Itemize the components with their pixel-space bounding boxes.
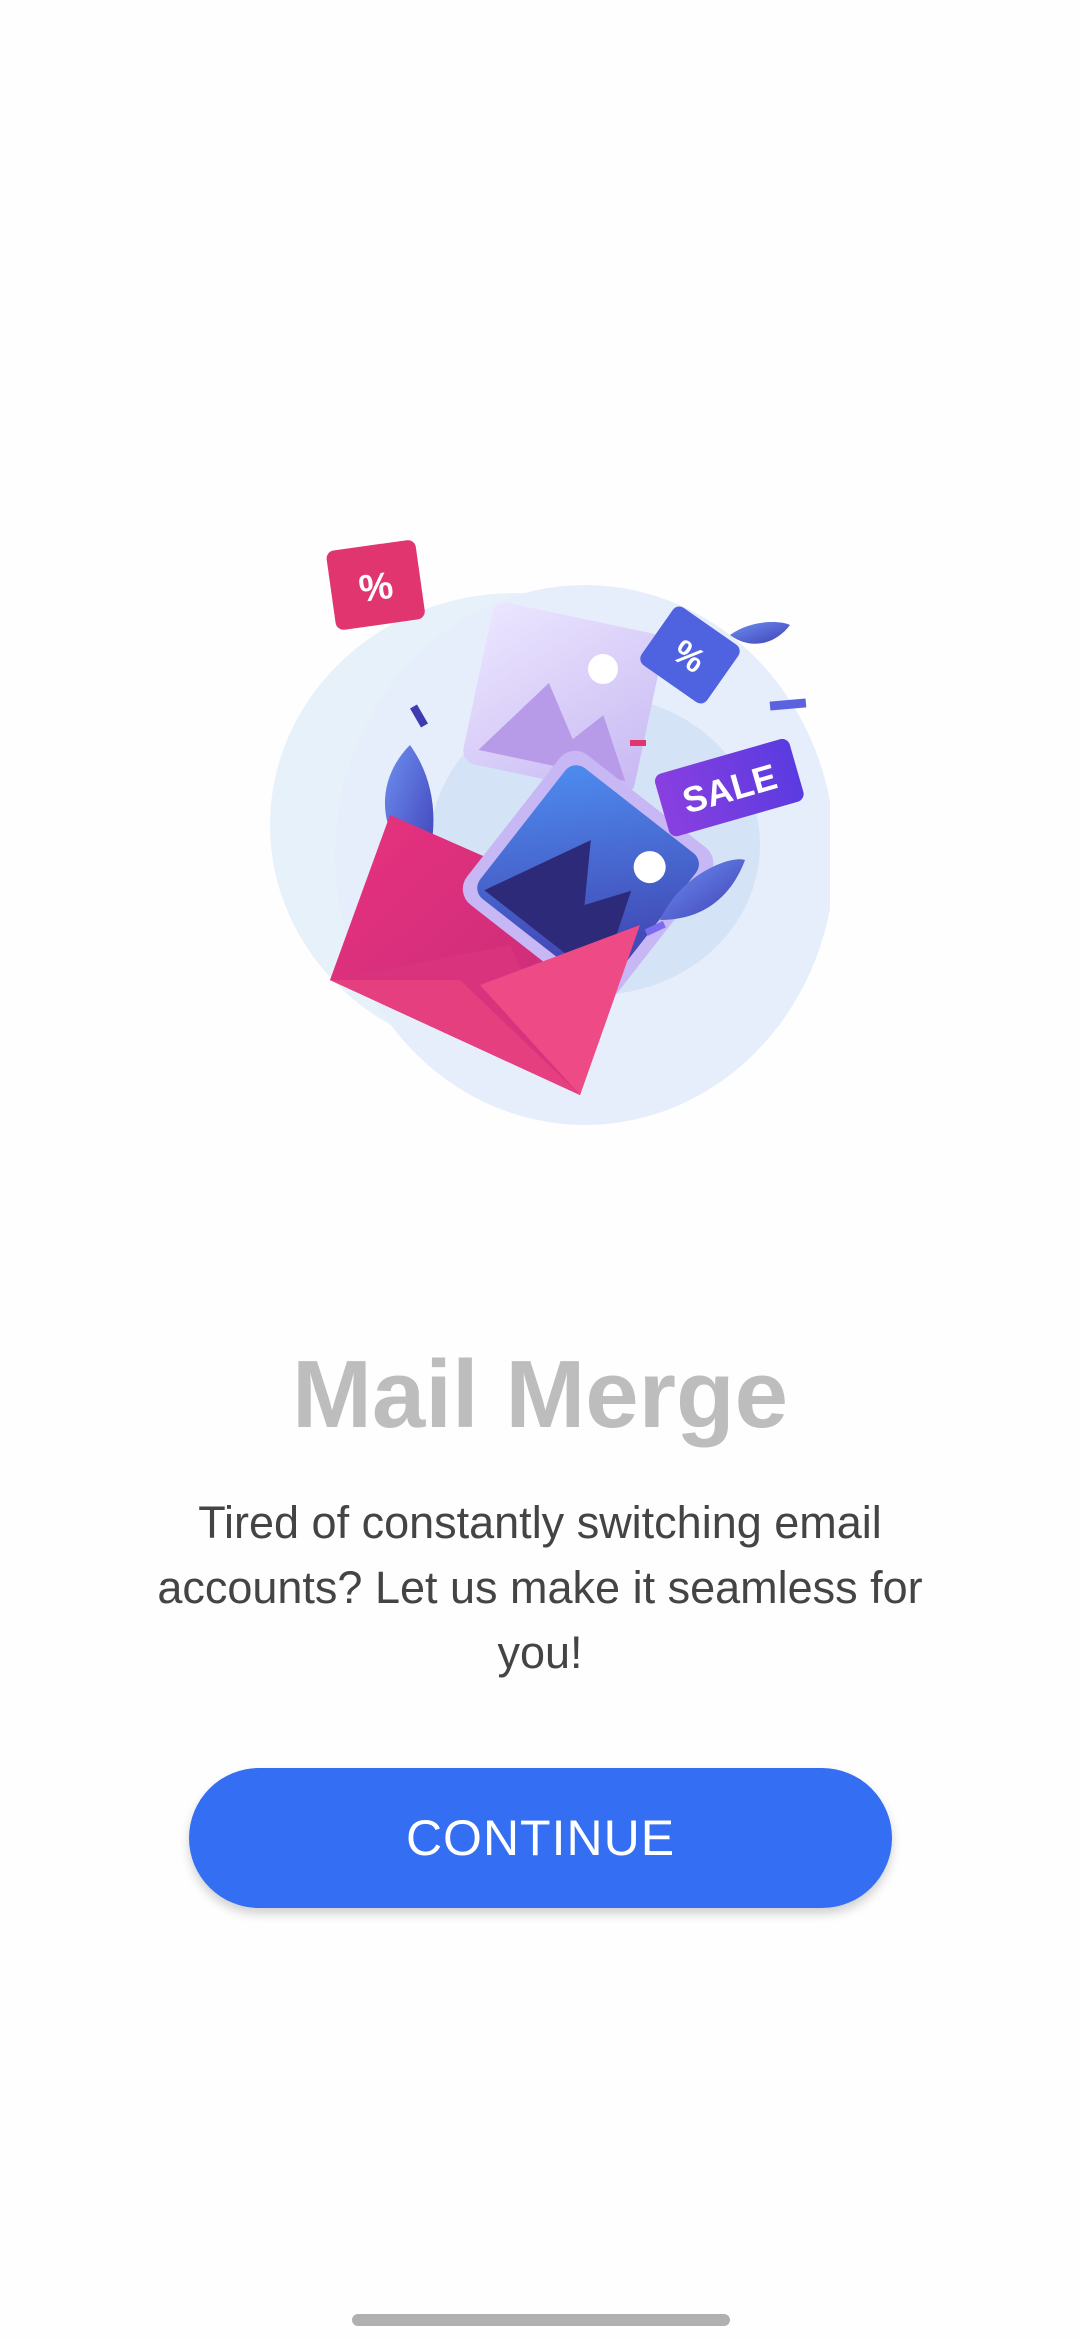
envelope-sale-illustration: % % SALE [270, 540, 830, 1125]
page-title: Mail Merge [291, 1341, 789, 1448]
continue-button[interactable]: CONTINUE [189, 1768, 892, 1908]
svg-text:%: % [356, 565, 395, 611]
onboarding-description: Tired of constantly switching email acco… [157, 1497, 923, 1678]
home-indicator[interactable] [352, 2314, 730, 2326]
